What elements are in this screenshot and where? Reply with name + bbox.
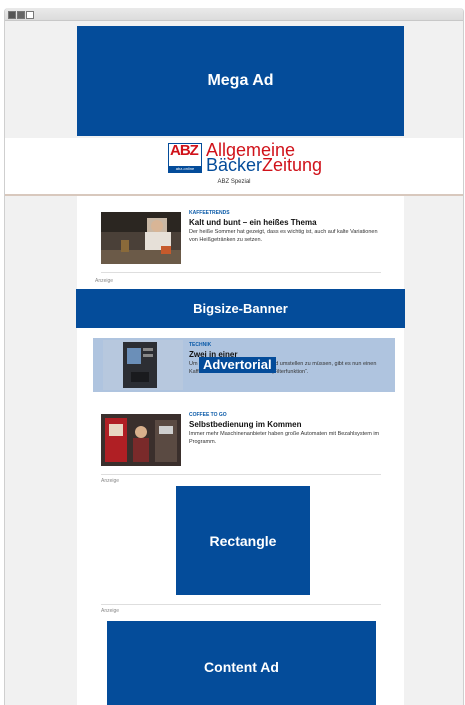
divider [101, 604, 381, 605]
article-title[interactable]: Selbstbedienung im Kommen [189, 419, 381, 430]
article-image[interactable] [101, 212, 181, 264]
article-category: TECHNIK [189, 342, 212, 348]
anzeige-label: Anzeige [101, 608, 120, 614]
browser-window: Mega Ad ABZ abz-online Allgemeine Bäcker… [4, 8, 464, 705]
advertorial-block[interactable]: TECHNIK Zwei in einer Um nicht ständig F… [93, 338, 395, 392]
brand-name-line2: BäckerZeitung [206, 156, 322, 174]
logo-strip: abz-online [169, 166, 201, 172]
content-ad[interactable]: Content Ad [107, 621, 376, 705]
brand-zeitung: Zeitung [262, 155, 323, 175]
article-description: Immer mehr Maschinenanbieter haben große… [189, 431, 380, 445]
newspaper-header: ABZ abz-online Allgemeine BäckerZeitung … [5, 138, 463, 196]
window-titlebar [5, 8, 463, 21]
article-kaffeetrends[interactable]: KAFFEETRENDS Kalt und bunt – ein heißes … [101, 210, 381, 272]
logo-letters: ABZ [170, 143, 199, 159]
mega-ad[interactable]: Mega Ad [77, 26, 404, 136]
article-text: KAFFEETRENDS Kalt und bunt – ein heißes … [189, 210, 381, 244]
bigsize-banner-label: Bigsize-Banner [193, 301, 288, 316]
content-ad-label: Content Ad [204, 659, 279, 675]
rectangle-ad-label: Rectangle [209, 532, 277, 549]
abz-logo[interactable]: ABZ abz-online [168, 143, 202, 173]
divider [101, 272, 381, 273]
article-category: COFFEE TO GO [189, 412, 227, 418]
advertorial-label: Advertorial [199, 357, 276, 373]
anzeige-label: Anzeige [101, 478, 120, 484]
rectangle-ad[interactable]: Rectangle [176, 486, 310, 595]
newsletter-content: KAFFEETRENDS Kalt und bunt – ein heißes … [76, 196, 405, 705]
article-text: COFFEE TO GO Selbstbedienung im Kommen I… [189, 412, 381, 446]
article-title[interactable]: Kalt und bunt – ein heißes Thema [189, 217, 381, 228]
article-coffee-to-go[interactable]: COFFEE TO GO Selbstbedienung im Kommen I… [101, 412, 381, 474]
divider [101, 474, 381, 475]
brand-baecker: Bäcker [206, 155, 263, 175]
close-icon[interactable] [8, 11, 16, 19]
minimize-icon[interactable] [17, 11, 25, 19]
header-subtitle: ABZ Spezial [217, 179, 251, 185]
advertorial-image[interactable] [103, 340, 183, 390]
anzeige-label: Anzeige [95, 278, 114, 284]
article-image[interactable] [101, 414, 181, 466]
article-description: Der heiße Sommer hat gezeigt, dass es wi… [189, 229, 378, 243]
maximize-icon[interactable] [26, 11, 34, 19]
mega-ad-label: Mega Ad [207, 72, 274, 89]
article-category: KAFFEETRENDS [189, 210, 230, 216]
bigsize-banner-ad[interactable]: Bigsize-Banner [76, 289, 405, 328]
